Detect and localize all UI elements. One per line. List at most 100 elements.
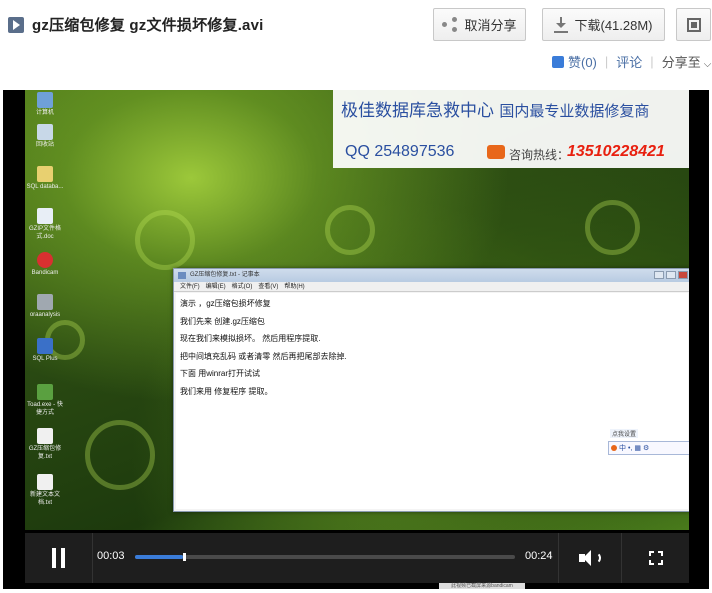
video-file-icon xyxy=(8,16,24,33)
desktop-icon[interactable]: Bandicam xyxy=(25,252,65,277)
fern-decoration xyxy=(85,420,155,490)
toad-icon xyxy=(37,384,53,400)
duration: 00:24 xyxy=(525,550,553,562)
text-file-icon xyxy=(37,474,53,490)
text-line: 我们来用 修复程序 提取。 xyxy=(180,386,273,396)
banner-main-text: 极佳数据库急救中心 xyxy=(341,101,494,121)
text-line: 现在我们来模拟损坏。 然后用程序提取. xyxy=(180,334,321,343)
volume-button[interactable] xyxy=(558,533,622,583)
ime-settings-label[interactable]: 点我设置 xyxy=(610,429,639,438)
hotline-label: 咨询热线： xyxy=(509,148,570,162)
chevron-down-icon: ⌵ xyxy=(703,59,712,70)
folder-icon xyxy=(37,166,53,182)
menu-edit[interactable]: 编辑(E) xyxy=(206,282,226,291)
notepad-menu-bar: 文件(F) 编辑(E) 格式(O) 查看(V) 帮助(H) xyxy=(174,282,689,292)
sql-plus-icon xyxy=(37,338,53,354)
like-button[interactable]: 赞(0) xyxy=(552,52,597,71)
divider: | xyxy=(604,54,609,69)
desktop-icon[interactable]: GZ压缩包修复.txt xyxy=(25,428,65,461)
desktop-icon-label: 回收站 xyxy=(35,142,54,148)
desktop-icon[interactable]: 回收站 xyxy=(25,124,65,149)
player-controls: 00:03 00:24 xyxy=(25,533,689,583)
notepad-title: GZ压缩包修复.txt - 记事本 xyxy=(190,272,260,278)
desktop-icon-label: SQL Plus xyxy=(32,356,58,362)
like-label: 赞(0) xyxy=(568,55,597,70)
page-title: gz压缩包修复 gz文件损坏修复.avi xyxy=(8,14,264,35)
app-icon xyxy=(37,294,53,310)
desktop-icon[interactable]: oraanalysis xyxy=(25,294,65,319)
desktop-icon[interactable]: 计算机 xyxy=(25,92,65,117)
qr-code-button[interactable] xyxy=(676,8,711,41)
fullscreen-button[interactable] xyxy=(623,533,689,583)
ime-toolbar[interactable]: 中 •, ▦ ⚙ xyxy=(608,441,689,455)
qr-code-icon xyxy=(686,17,701,32)
close-button[interactable] xyxy=(678,271,688,279)
hotline-number: 13510228421 xyxy=(567,143,665,160)
ime-tools-icon[interactable]: ⚙ xyxy=(643,444,649,452)
speaker-icon xyxy=(579,550,591,566)
thumbs-up-icon xyxy=(552,56,564,68)
document-icon xyxy=(37,208,53,224)
ime-mode[interactable]: 中 xyxy=(619,443,626,453)
desktop-icon-label: Toad.exe - 快捷方式 xyxy=(27,402,63,416)
video-title: gz压缩包修复 gz文件损坏修复.avi xyxy=(32,17,264,34)
header-bar: gz压缩包修复 gz文件损坏修复.avi 取消分享 下载(41.28M) 赞(0… xyxy=(0,0,712,80)
cancel-share-label: 取消分享 xyxy=(464,18,517,33)
ime-punct-icon[interactable]: •, xyxy=(628,445,632,452)
minimize-button[interactable] xyxy=(654,271,664,279)
notepad-title-bar[interactable]: GZ压缩包修复.txt - 记事本 xyxy=(174,269,689,282)
sound-wave-icon xyxy=(595,552,601,564)
notepad-window[interactable]: GZ压缩包修复.txt - 记事本 文件(F) 编辑(E) 格式(O) 查看(V… xyxy=(173,268,689,512)
desktop-icon-label: oraanalysis xyxy=(29,312,61,318)
fern-decoration xyxy=(325,205,375,255)
comment-link[interactable]: 评论 xyxy=(616,52,642,71)
maximize-button[interactable] xyxy=(666,271,676,279)
menu-view[interactable]: 查看(V) xyxy=(258,282,278,291)
progress-fill xyxy=(135,555,183,559)
text-line: 把中间填充乱码 或者清零 然后再把尾部去除掉. xyxy=(180,351,347,361)
share-to-dropdown[interactable]: 分享至 ⌵ xyxy=(662,52,712,71)
video-player[interactable]: 计算机 回收站 SQL databa... GZIP文件格式.doc Bandi… xyxy=(3,90,709,589)
divider: | xyxy=(650,54,654,69)
desktop-icon[interactable]: Toad.exe - 快捷方式 xyxy=(25,384,65,417)
desktop-icon-label: GZ压缩包修复.txt xyxy=(28,446,62,460)
computer-icon xyxy=(37,92,53,108)
video-frame[interactable]: 计算机 回收站 SQL databa... GZIP文件格式.doc Bandi… xyxy=(25,90,689,530)
pause-icon xyxy=(61,548,65,568)
text-file-icon xyxy=(37,428,53,444)
menu-help[interactable]: 帮助(H) xyxy=(284,282,304,291)
share-icon xyxy=(442,16,458,33)
desktop-icon-label: SQL databa... xyxy=(26,184,64,190)
desktop-icon[interactable]: 新建文本文档.txt xyxy=(25,474,65,507)
download-button[interactable]: 下载(41.28M) xyxy=(542,8,665,41)
pause-icon xyxy=(52,548,56,568)
menu-format[interactable]: 格式(O) xyxy=(232,282,253,291)
desktop-icon-label: Bandicam xyxy=(31,270,59,276)
menu-file[interactable]: 文件(F) xyxy=(180,282,200,291)
desktop-icon[interactable]: SQL Plus xyxy=(25,338,65,363)
notepad-text-area[interactable]: 演示 ，gz压缩包损坏修复 我们先来 创建.gz压缩包 现在我们来模拟损坏。 然… xyxy=(176,293,688,509)
pause-button[interactable] xyxy=(25,533,93,583)
fern-decoration xyxy=(585,200,640,255)
text-line: 我们先来 创建.gz压缩包 xyxy=(180,316,265,326)
download-label: 下载(41.28M) xyxy=(574,18,653,33)
download-icon xyxy=(554,16,569,33)
text-line: 下面 用winrar打开试试 xyxy=(180,369,261,378)
promo-banner: 极佳数据库急救中心 国内最专业数据修复商 QQ 254897536 咨询热线： … xyxy=(333,90,689,168)
share-to-label: 分享至 xyxy=(661,55,701,70)
text-line: 演示 ，gz压缩包损坏修复 xyxy=(180,299,271,308)
phone-icon xyxy=(487,145,505,159)
desktop-icon[interactable]: GZIP文件格式.doc xyxy=(25,208,65,241)
banner-sub-text: 国内最专业数据修复商 xyxy=(499,102,650,120)
ime-keyboard-icon[interactable]: ▦ xyxy=(634,444,641,452)
cancel-share-button[interactable]: 取消分享 xyxy=(433,8,526,41)
desktop-icon[interactable]: SQL databa... xyxy=(25,166,65,191)
recycle-bin-icon xyxy=(37,124,53,140)
desktop-icon-label: GZIP文件格式.doc xyxy=(28,226,61,240)
bandicam-icon xyxy=(37,252,53,268)
fern-decoration xyxy=(135,210,195,270)
progress-handle[interactable] xyxy=(183,553,186,561)
window-controls xyxy=(654,271,688,279)
banner-headline: 极佳数据库急救中心 国内最专业数据修复商 xyxy=(341,96,649,121)
progress-bar[interactable] xyxy=(135,553,515,561)
